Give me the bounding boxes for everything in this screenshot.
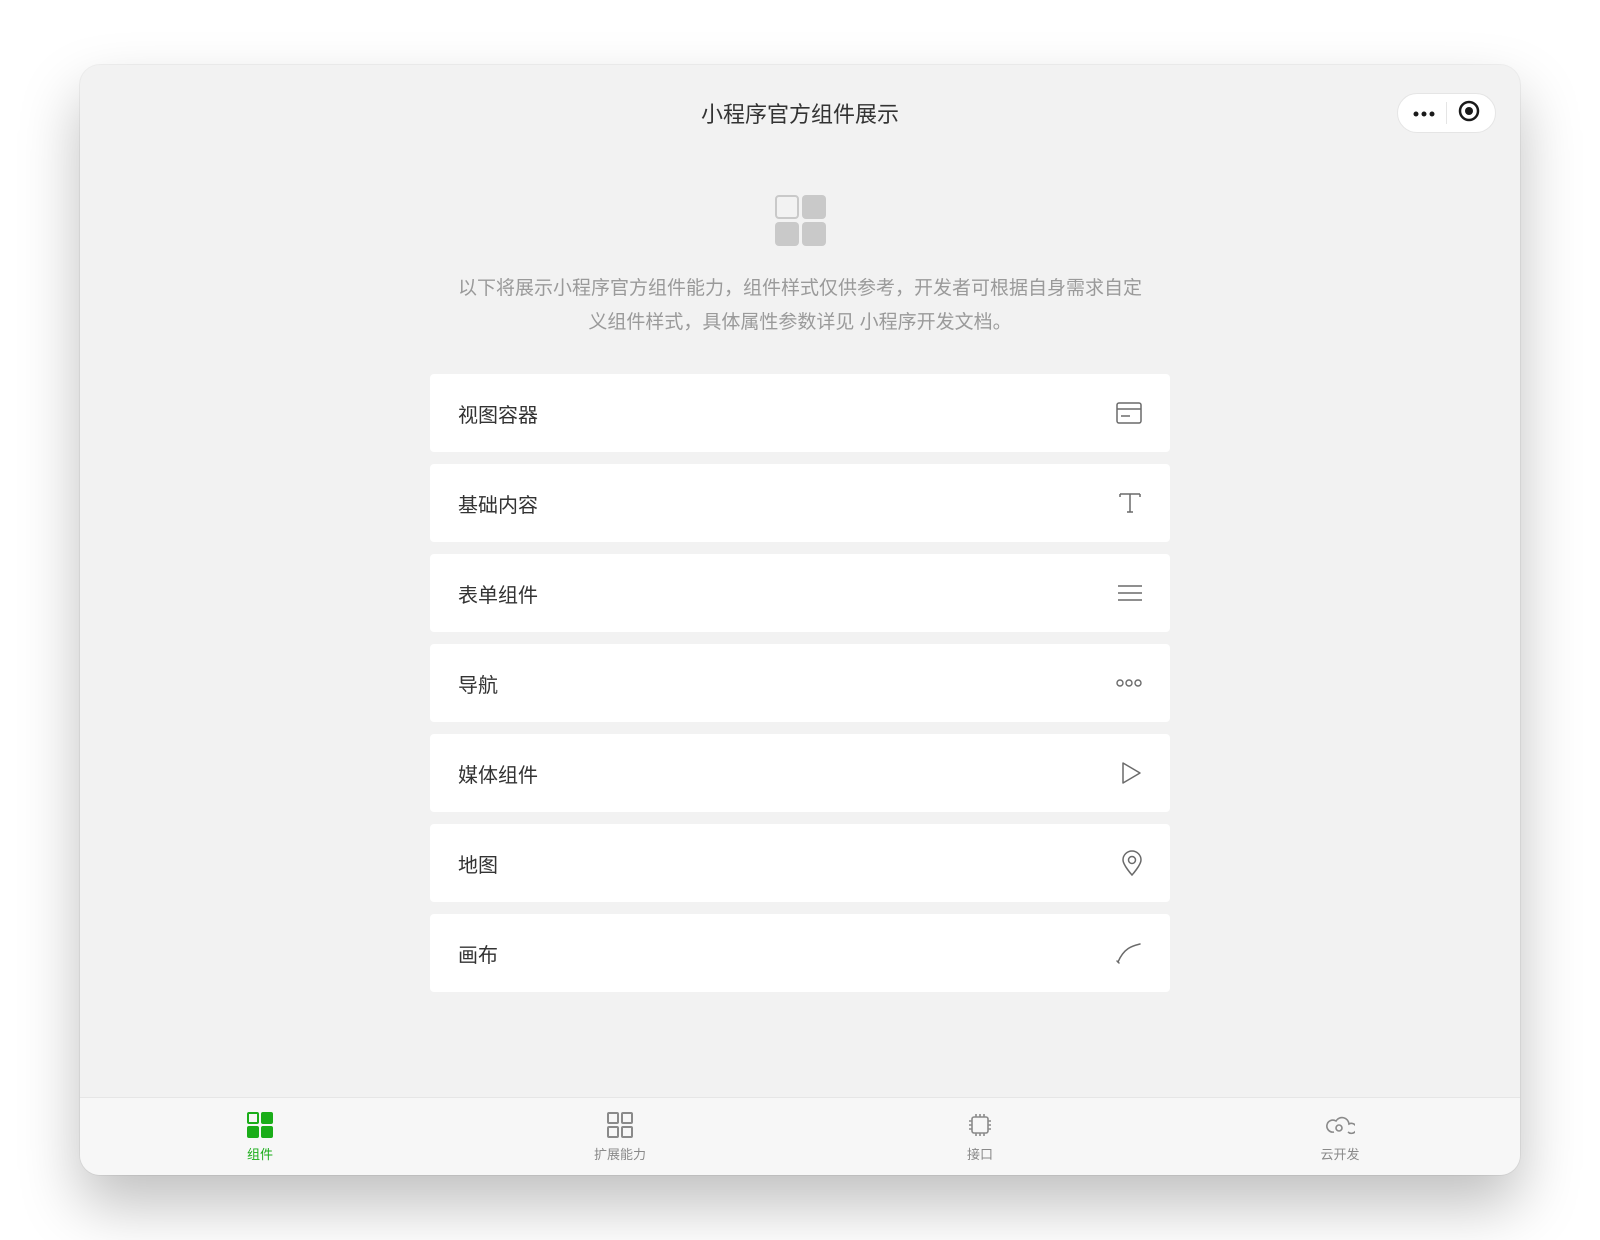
component-list: 视图容器 基础内容 表单组件 导航 — [430, 374, 1170, 992]
list-item-label: 地图 — [458, 849, 498, 878]
logo-icon — [80, 195, 1520, 246]
list-item-view-container[interactable]: 视图容器 — [430, 374, 1170, 452]
container-icon — [1116, 402, 1142, 424]
api-icon — [965, 1110, 995, 1140]
tab-api[interactable]: 接口 — [800, 1098, 1160, 1175]
canvas-icon — [1116, 942, 1142, 964]
list-item-label: 导航 — [458, 669, 498, 698]
list-item-navigation[interactable]: 导航 — [430, 644, 1170, 722]
cloud-icon — [1325, 1110, 1355, 1140]
form-icon — [1118, 584, 1142, 602]
components-icon — [245, 1110, 275, 1140]
list-item-label: 画布 — [458, 939, 498, 968]
tab-extensions[interactable]: 扩展能力 — [440, 1098, 800, 1175]
more-button[interactable] — [1402, 94, 1446, 132]
more-icon — [1413, 104, 1435, 122]
text-icon — [1118, 491, 1142, 515]
page-title: 小程序官方组件展示 — [701, 97, 899, 129]
capsule-menu — [1397, 93, 1496, 133]
extensions-icon — [605, 1110, 635, 1140]
list-item-basic-content[interactable]: 基础内容 — [430, 464, 1170, 542]
list-item-label: 媒体组件 — [458, 759, 538, 788]
list-item-form[interactable]: 表单组件 — [430, 554, 1170, 632]
intro-text: 以下将展示小程序官方组件能力，组件样式仅供参考，开发者可根据自身需求自定义组件样… — [435, 272, 1165, 340]
content-area: 以下将展示小程序官方组件能力，组件样式仅供参考，开发者可根据自身需求自定义组件样… — [80, 143, 1520, 1097]
list-item-label: 基础内容 — [458, 489, 538, 518]
tab-cloud[interactable]: 云开发 — [1160, 1098, 1520, 1175]
list-item-media[interactable]: 媒体组件 — [430, 734, 1170, 812]
map-icon — [1122, 850, 1142, 876]
tab-label: 接口 — [967, 1144, 993, 1163]
target-icon — [1458, 100, 1480, 127]
list-item-label: 视图容器 — [458, 399, 538, 428]
media-icon — [1120, 761, 1142, 785]
app-window: 小程序官方组件展示 以下将展示小程序官方组件能力，组 — [80, 65, 1520, 1175]
tabbar: 组件 扩展能力 接口 云开发 — [80, 1097, 1520, 1175]
tab-label: 扩展能力 — [594, 1144, 646, 1163]
nav-icon — [1116, 679, 1142, 687]
tab-label: 云开发 — [1320, 1144, 1359, 1163]
list-item-map[interactable]: 地图 — [430, 824, 1170, 902]
list-item-canvas[interactable]: 画布 — [430, 914, 1170, 992]
header: 小程序官方组件展示 — [80, 83, 1520, 143]
list-item-label: 表单组件 — [458, 579, 538, 608]
close-button[interactable] — [1447, 94, 1491, 132]
tab-label: 组件 — [247, 1144, 273, 1163]
tab-components[interactable]: 组件 — [80, 1098, 440, 1175]
